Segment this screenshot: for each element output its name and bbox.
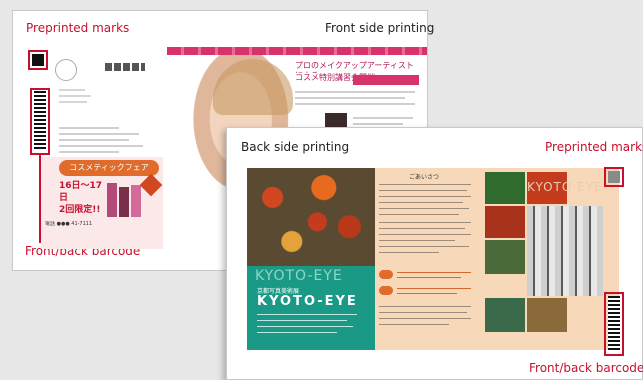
nail-polish-bottle bbox=[107, 183, 117, 217]
photo-leaves bbox=[485, 206, 525, 238]
brand-title: KYOTO-EYE bbox=[257, 294, 358, 309]
postal-code-boxes bbox=[105, 63, 145, 71]
text-line bbox=[257, 314, 357, 315]
text-line bbox=[379, 234, 471, 235]
front-side-printing-label: Front side printing bbox=[325, 21, 435, 35]
brand-block: KYOTO-EYE 京都写真美術展 KYOTO-EYE bbox=[247, 266, 375, 350]
ad-limited-text: 2回限定!! bbox=[59, 205, 101, 215]
text-line bbox=[379, 306, 471, 307]
text-line bbox=[397, 288, 471, 289]
ad-phone: 電話 ●●● 41-7111 bbox=[45, 221, 93, 227]
text-line bbox=[257, 326, 353, 327]
text-line bbox=[379, 312, 467, 313]
text-line bbox=[295, 91, 415, 93]
text-line bbox=[257, 332, 337, 333]
front-barcode bbox=[34, 91, 46, 151]
text-line bbox=[379, 190, 467, 191]
text-line bbox=[397, 272, 471, 273]
address-line bbox=[59, 101, 87, 103]
address-line bbox=[59, 95, 91, 97]
text-line bbox=[59, 151, 119, 153]
back-watermark: KYOTO EYE bbox=[527, 180, 603, 194]
bullet-badge bbox=[379, 286, 393, 295]
text-line bbox=[353, 123, 403, 125]
address-line bbox=[59, 89, 85, 91]
text-line bbox=[379, 222, 471, 223]
greeting-column: ごあいさつ bbox=[379, 172, 475, 352]
front-preprinted-marks-label: Preprinted marks bbox=[26, 21, 130, 35]
bullet-badge bbox=[379, 270, 393, 279]
cosmetics-ad: コスメティックフェア 16日～17日 2回限定!! 電話 ●●● 41-7111 bbox=[41, 157, 163, 249]
text-line bbox=[353, 117, 413, 119]
text-line bbox=[379, 252, 439, 253]
pink-header-stripe bbox=[167, 47, 427, 55]
brand-watermark-small: KYOTO-EYE bbox=[255, 268, 343, 284]
text-line bbox=[397, 277, 461, 278]
nail-polish-bottle bbox=[131, 185, 141, 217]
greeting-title: ごあいさつ bbox=[409, 174, 440, 181]
ad-banner: コスメティックフェア bbox=[59, 160, 159, 176]
text-line bbox=[379, 240, 455, 241]
text-line bbox=[59, 139, 129, 141]
back-preprinted-marks-label: Preprinted marks bbox=[545, 140, 643, 154]
back-preprinted-mark bbox=[608, 171, 620, 183]
text-line bbox=[379, 208, 469, 209]
text-line bbox=[397, 293, 457, 294]
back-side-panel: Back side printing Preprinted marks KYOT… bbox=[226, 127, 643, 380]
photo-stream bbox=[485, 298, 525, 332]
ad-tag bbox=[353, 75, 419, 85]
text-line bbox=[59, 133, 139, 135]
photo-garden bbox=[485, 240, 525, 274]
postmark-stamp bbox=[55, 59, 77, 81]
text-line bbox=[379, 324, 449, 325]
photo-forest bbox=[485, 172, 525, 204]
text-line bbox=[295, 97, 405, 99]
text-line bbox=[379, 202, 463, 203]
maple-leaf bbox=[139, 173, 163, 197]
front-preprinted-mark bbox=[32, 54, 44, 66]
text-line bbox=[379, 318, 471, 319]
text-line bbox=[59, 145, 143, 147]
back-barcode bbox=[608, 296, 620, 352]
text-line bbox=[257, 320, 347, 321]
autumn-leaves-photo bbox=[247, 168, 375, 266]
photo-temple bbox=[527, 298, 567, 332]
ad-date-text: 16日～17日 bbox=[59, 181, 103, 203]
text-line bbox=[59, 127, 119, 129]
back-side-printing-label: Back side printing bbox=[241, 140, 350, 154]
text-line bbox=[295, 103, 415, 105]
text-line bbox=[379, 214, 459, 215]
text-line bbox=[379, 196, 471, 197]
text-line bbox=[379, 246, 469, 247]
back-barcode-label: Front/back barcode bbox=[529, 361, 643, 375]
photo-bamboo bbox=[527, 206, 603, 296]
text-line bbox=[379, 184, 471, 185]
text-line bbox=[379, 228, 465, 229]
ad-headline: プロのメイクアップアーティストによる bbox=[295, 61, 414, 73]
nail-polish-bottle bbox=[119, 187, 129, 217]
